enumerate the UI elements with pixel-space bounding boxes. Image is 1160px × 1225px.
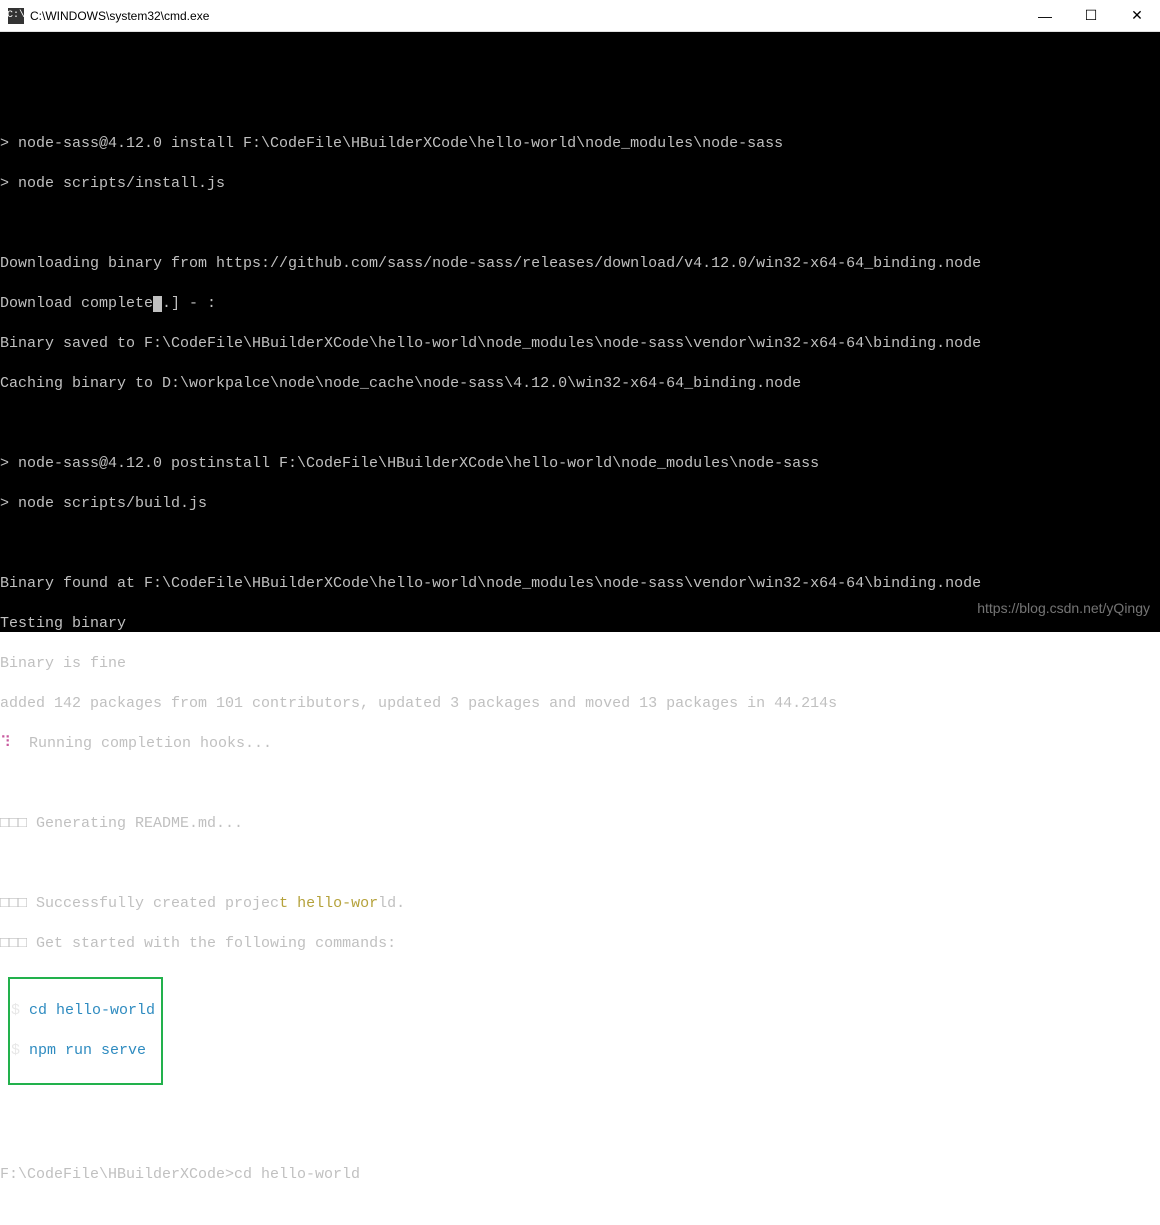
window-title: C:\WINDOWS\system32\cmd.exe [30, 9, 1022, 23]
watermark-text: https://blog.csdn.net/yQingy [977, 598, 1150, 618]
output-line: > node-sass@4.12.0 install F:\CodeFile\H… [0, 134, 1160, 154]
output-line: Binary saved to F:\CodeFile\HBuilderXCod… [0, 334, 1160, 354]
output-line: □□□ Successfully created project hello-w… [0, 894, 1160, 914]
suggested-command: $ cd hello-world [11, 1001, 155, 1021]
window-controls: — ☐ ✕ [1022, 0, 1160, 31]
maximize-button[interactable]: ☐ [1068, 0, 1114, 31]
output-line: > node scripts/build.js [0, 494, 1160, 514]
titlebar: C:\ C:\WINDOWS\system32\cmd.exe — ☐ ✕ [0, 0, 1160, 32]
output-line: added 142 packages from 101 contributors… [0, 694, 1160, 714]
output-line: Download complete.] - : [0, 294, 1160, 314]
close-button[interactable]: ✕ [1114, 0, 1160, 31]
prompt-line: F:\CodeFile\HBuilderXCode>cd hello-world [0, 1165, 1160, 1185]
output-line: > node scripts/install.js [0, 174, 1160, 194]
command-highlight-box: $ cd hello-world $ npm run serve [8, 977, 163, 1085]
output-line: Downloading binary from https://github.c… [0, 254, 1160, 274]
output-line: Caching binary to D:\workpalce\node\node… [0, 374, 1160, 394]
output-line: Binary found at F:\CodeFile\HBuilderXCod… [0, 574, 1160, 594]
terminal-output[interactable]: > node-sass@4.12.0 install F:\CodeFile\H… [0, 32, 1160, 632]
cmd-icon: C:\ [8, 8, 24, 24]
output-line: > node-sass@4.12.0 postinstall F:\CodeFi… [0, 454, 1160, 474]
minimize-button[interactable]: — [1022, 0, 1068, 31]
output-line: Binary is fine [0, 654, 1160, 674]
output-line: □□□ Get started with the following comma… [0, 934, 1160, 954]
output-line: □□□ Generating README.md... [0, 814, 1160, 834]
cursor-block [153, 296, 162, 312]
suggested-command: $ npm run serve [11, 1041, 155, 1061]
output-line: ⠹ Running completion hooks... [0, 734, 1160, 754]
